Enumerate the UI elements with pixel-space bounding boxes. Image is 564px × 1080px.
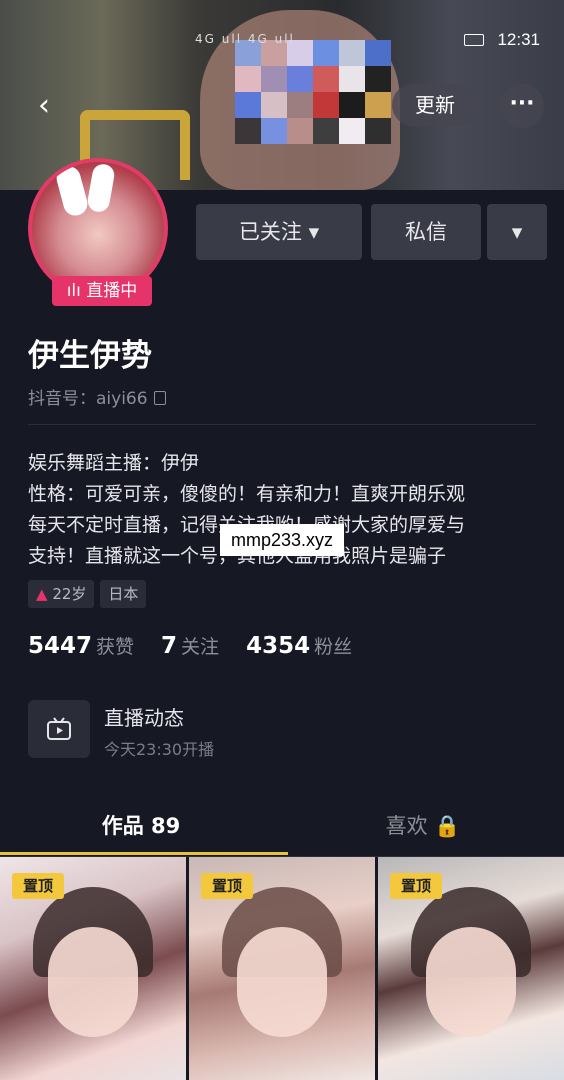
thumb-face — [48, 927, 138, 1037]
live-card-subtitle: 今天23:30开播 — [104, 740, 215, 759]
thumb-face — [426, 927, 516, 1037]
following-label[interactable]: 关注 — [181, 636, 219, 658]
copy-icon[interactable] — [153, 391, 166, 405]
likes-count: 5447 — [28, 633, 93, 659]
bio-line: 娱乐舞蹈主播：伊伊 — [28, 452, 200, 474]
bunny-ear-left — [53, 163, 91, 219]
divider — [28, 424, 536, 425]
tv-icon-svg — [47, 717, 71, 740]
profile-tags: ▲ 22岁 日本 — [28, 580, 152, 608]
douyin-id: 抖音号：aiyi66 — [28, 389, 148, 409]
tv-icon[interactable] — [28, 700, 90, 758]
update-button[interactable]: 更新 — [392, 84, 478, 126]
bunny-ear-right — [85, 162, 117, 214]
female-icon: ▲ — [36, 585, 48, 603]
following-count[interactable]: 7 — [161, 633, 177, 659]
thumb-face — [237, 927, 327, 1037]
live-card-title[interactable]: 直播动态 — [104, 702, 184, 731]
age-tag-label: 22岁 — [52, 585, 87, 603]
more-icon[interactable]: ··· — [500, 84, 544, 128]
battery-icon — [464, 34, 484, 46]
back-icon[interactable]: ‹ — [38, 88, 50, 123]
pinned-badge: 置顶 — [12, 873, 64, 899]
tab-likes[interactable]: 喜欢 🔒 — [282, 810, 564, 840]
tab-works[interactable]: 作品 89 — [0, 810, 282, 840]
pinned-badge: 置顶 — [201, 873, 253, 899]
likes-label: 获赞 — [96, 636, 135, 658]
profile-name: 伊生伊势 — [28, 338, 152, 374]
status-bar: 4G ull 4G ull 12:31 — [0, 28, 564, 54]
age-tag: ▲ 22岁 — [28, 580, 95, 608]
bio-line: 性格：可爱可亲，傻傻的！有亲和力！直爽开朗乐观 — [28, 483, 466, 505]
fans-count[interactable]: 4354 — [246, 633, 310, 659]
fans-label[interactable]: 粉丝 — [314, 636, 352, 658]
live-badge[interactable]: ılı 直播中 — [52, 276, 152, 306]
video-thumbnail[interactable]: 置顶 — [0, 857, 186, 1080]
signal-indicator: 4G ull 4G ull — [195, 32, 295, 46]
cover-mosaic — [235, 40, 391, 144]
stats-row: 5447 获赞 7 关注 4354 粉丝 — [28, 632, 372, 659]
pinned-badge: 置顶 — [390, 873, 442, 899]
avatar-image — [32, 162, 164, 294]
profile-tabs: 作品 89 喜欢 🔒 — [0, 800, 564, 857]
clock: 12:31 — [497, 30, 540, 49]
video-thumbnail[interactable]: 置顶 — [378, 857, 564, 1080]
followed-button[interactable]: 已关注 ▾ — [196, 204, 362, 260]
douyin-id-row: 抖音号：aiyi66 — [28, 384, 166, 409]
active-tab-indicator — [0, 852, 288, 855]
dropdown-button[interactable]: ▾ — [487, 204, 547, 260]
video-grid: 置顶 置顶 置顶 — [0, 857, 564, 1080]
location-tag: 日本 — [100, 580, 147, 608]
watermark-label: mmp233.xyz — [220, 524, 344, 556]
video-thumbnail[interactable]: 置顶 — [189, 857, 375, 1080]
message-button[interactable]: 私信 — [371, 204, 481, 260]
